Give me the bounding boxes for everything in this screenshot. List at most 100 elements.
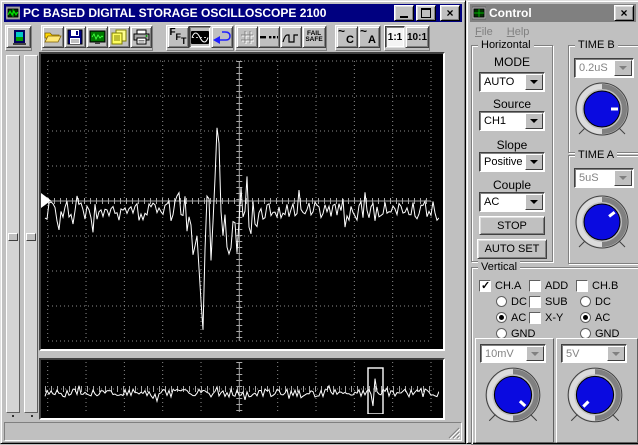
cha-checkbox[interactable] [479, 280, 491, 292]
grid-toggle-button[interactable] [236, 26, 258, 48]
time-a-combo[interactable]: 5uS [574, 168, 634, 188]
close-icon: × [446, 8, 453, 18]
control-close-button[interactable]: × [614, 5, 634, 21]
time-b-combo[interactable]: 0.2uS [574, 58, 634, 78]
mode-combo-arrow[interactable] [525, 74, 543, 90]
couple-combo-arrow[interactable] [525, 194, 543, 210]
time-a-knob[interactable] [571, 195, 633, 253]
notes-button[interactable] [108, 26, 130, 48]
screen-capture-icon [89, 30, 106, 44]
chb-checkbox-label: CH.B [592, 280, 618, 292]
close-button[interactable]: × [440, 5, 460, 21]
cha-volts-knob[interactable] [481, 367, 545, 427]
cha-dc-radio[interactable] [496, 296, 507, 307]
minimize-button[interactable] [394, 5, 414, 21]
slider-b-tick [31, 415, 33, 417]
failsafe-button[interactable]: FAIL SAFE [302, 26, 326, 48]
coupling-a-button[interactable]: ~ A [358, 26, 380, 48]
stop-button[interactable]: STOP [479, 216, 545, 235]
time-a-combo-arrow[interactable] [614, 170, 632, 186]
sine-wave-icon [191, 31, 209, 44]
waveform-mode-button[interactable] [189, 26, 211, 48]
open-folder-icon [44, 30, 62, 44]
time-b-knob[interactable] [571, 82, 633, 140]
position-slider-b[interactable] [24, 55, 38, 413]
capture-button[interactable] [86, 26, 108, 48]
exit-button[interactable] [6, 26, 31, 48]
resize-grip[interactable] [447, 426, 460, 439]
save-icon [67, 29, 83, 45]
cha-volts-combo[interactable]: 10mV [480, 344, 546, 363]
square-wave-icon [282, 30, 300, 45]
dotted-trace-button[interactable] [258, 26, 280, 48]
slider-a-thumb[interactable] [8, 233, 18, 241]
save-button[interactable] [64, 26, 86, 48]
probe-1to1-button[interactable]: 1:1 [385, 26, 405, 48]
couple-combo[interactable]: AC [479, 192, 545, 212]
control-titlebar[interactable]: Control × [470, 4, 636, 22]
square-wave-button[interactable] [280, 26, 302, 48]
chb-ac-radio[interactable] [580, 312, 591, 323]
time-a-group: TIME A 5uS [568, 155, 638, 264]
chb-dc-radio[interactable] [580, 296, 591, 307]
source-combo[interactable]: CH1 [479, 111, 545, 131]
probe-10to1-button[interactable]: 10:1 [405, 26, 429, 48]
toolbar-group-grid: FAIL SAFE [235, 25, 327, 51]
undo-arrow-icon [212, 29, 232, 45]
chb-ac-label: AC [595, 312, 610, 324]
trigger-level-marker[interactable] [41, 193, 51, 208]
chb-checkbox[interactable] [576, 280, 588, 292]
mode-combo[interactable]: AUTO [479, 72, 545, 92]
xy-checkbox-label: X-Y [545, 312, 563, 324]
chb-dc-label: DC [595, 296, 611, 308]
toolbar-group-probe: 1:1 10:1 [384, 25, 430, 51]
channel-a-trace [45, 128, 439, 330]
coupling-c-button[interactable]: ~ C [336, 26, 358, 48]
slider-a-tick [12, 415, 14, 417]
sub-checkbox[interactable] [529, 296, 541, 308]
main-titlebar[interactable]: PC BASED DIGITAL STORAGE OSCILLOSCOPE 21… [4, 4, 462, 22]
control-title: Control [489, 6, 611, 20]
printer-icon [133, 29, 150, 45]
slope-combo[interactable]: Positive [479, 152, 545, 172]
time-b-combo-arrow[interactable] [614, 60, 632, 76]
menu-file[interactable]: File [475, 26, 493, 38]
fft-button[interactable]: FFT [167, 26, 189, 48]
notes-icon [111, 29, 127, 45]
chb-volts-combo[interactable]: 5V [561, 344, 627, 363]
toolbar-group-exit [5, 25, 32, 51]
auto-set-button[interactable]: AUTO SET [477, 239, 547, 259]
slider-b-thumb[interactable] [26, 233, 36, 241]
cha-ac-radio[interactable] [496, 312, 507, 323]
add-checkbox[interactable] [529, 280, 541, 292]
main-scope-display [39, 52, 445, 351]
maximize-button[interactable] [416, 5, 436, 21]
slope-label: Slope [472, 138, 552, 152]
slope-combo-arrow[interactable] [525, 154, 543, 170]
source-combo-arrow[interactable] [525, 113, 543, 129]
overview-scope-display [39, 358, 445, 420]
tilde-c-icon: ~ C [339, 29, 355, 45]
print-button[interactable] [130, 26, 152, 48]
open-button[interactable] [42, 26, 64, 48]
xy-checkbox[interactable] [529, 312, 541, 324]
cha-ac-label: AC [511, 312, 526, 324]
horizontal-group: Horizontal MODE AUTO Source CH1 Slope Po… [471, 45, 553, 262]
dotted-line-icon [260, 33, 278, 41]
menu-help[interactable]: Help [507, 26, 530, 38]
cha-checkbox-label: CH.A [495, 280, 521, 292]
cha-volts-combo-arrow[interactable] [526, 346, 544, 361]
toolbar-group-coupling: ~ C ~ A [335, 25, 381, 51]
overview-scope-canvas [41, 360, 439, 414]
control-window: Control × File Help Horizontal MODE AUTO… [466, 0, 638, 444]
chb-volts-knob[interactable] [563, 367, 627, 427]
vertical-group: Vertical CH.A ADD CH.B DC SUB DC AC X-Y … [471, 267, 638, 445]
undo-sweep-button[interactable] [211, 26, 233, 48]
channel-a-panel: 10mV [475, 338, 554, 443]
position-slider-a[interactable] [6, 55, 20, 413]
toolbar-group-display: FFT [166, 25, 234, 51]
minimize-icon [400, 16, 408, 18]
failsafe-label: FAIL SAFE [305, 31, 322, 44]
chb-volts-combo-arrow[interactable] [607, 346, 625, 361]
status-bar [4, 422, 462, 441]
